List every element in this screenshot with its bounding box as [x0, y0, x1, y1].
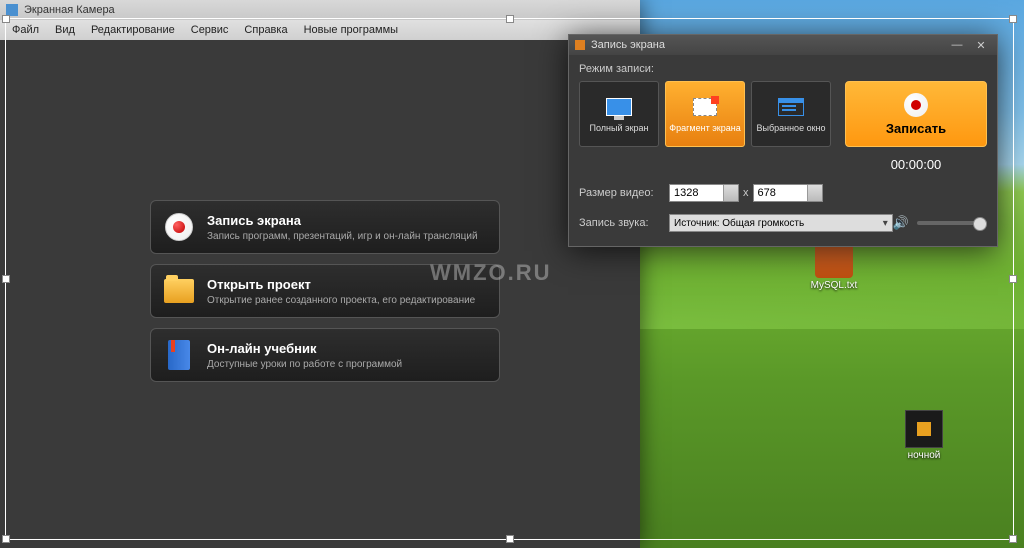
record-label: Записать [886, 121, 946, 136]
mode-fullscreen[interactable]: Полный экран [579, 81, 659, 147]
menu-new[interactable]: Новые программы [296, 24, 406, 36]
width-input[interactable]: 1328 [669, 184, 739, 202]
width-value: 1328 [674, 187, 698, 199]
height-input[interactable]: 678 [753, 184, 823, 202]
volume-slider[interactable] [917, 221, 987, 225]
close-button[interactable]: ✕ [971, 39, 991, 52]
item-title: Запись экрана [207, 213, 478, 228]
record-icon [904, 93, 928, 117]
audio-label: Запись звука: [579, 217, 669, 229]
volume-icon: 🔊 [893, 215, 909, 231]
item-desc: Запись программ, презентаций, игр и он-л… [207, 231, 478, 242]
icon-label: MySQL.txt [804, 280, 864, 291]
menu-view[interactable]: Вид [47, 24, 83, 36]
desktop-icon-mysql[interactable]: MySQL.txt [804, 240, 864, 291]
title-bar[interactable]: Экранная Камера [0, 0, 640, 20]
menu-bar: Файл Вид Редактирование Сервис Справка Н… [0, 20, 640, 40]
height-value: 678 [758, 187, 776, 199]
fragment-icon [693, 98, 717, 116]
dialog-title: Запись экрана [591, 39, 665, 51]
watermark: WMZO.RU [430, 260, 552, 286]
folder-icon [164, 279, 194, 303]
monitor-icon [606, 98, 632, 116]
item-desc: Доступные уроки по работе с программой [207, 359, 402, 370]
mode-label-text: Полный экран [589, 123, 648, 133]
dialog-title-bar[interactable]: Запись экрана — ✕ [569, 35, 997, 55]
window-title: Экранная Камера [24, 4, 115, 16]
app-icon [6, 4, 18, 16]
desktop-icon-night[interactable]: ночной [894, 410, 954, 461]
record-dialog: Запись экрана — ✕ Режим записи: Полный э… [568, 34, 998, 247]
record-icon [165, 213, 193, 241]
minimize-button[interactable]: — [947, 39, 967, 52]
menu-service[interactable]: Сервис [183, 24, 237, 36]
media-icon [905, 410, 943, 448]
menu-edit[interactable]: Редактирование [83, 24, 183, 36]
mode-fragment[interactable]: Фрагмент экрана [665, 81, 745, 147]
start-menu-list: Запись экрана Запись программ, презентац… [150, 200, 500, 392]
size-label: Размер видео: [579, 187, 669, 199]
audio-source-dropdown[interactable]: Источник: Общая громкость [669, 214, 893, 232]
book-icon [168, 340, 190, 370]
menu-help[interactable]: Справка [236, 24, 295, 36]
menu-file[interactable]: Файл [4, 24, 47, 36]
timer-display: 00:00:00 [891, 157, 942, 172]
item-title: Он-лайн учебник [207, 341, 402, 356]
mode-label-text: Выбранное окно [756, 123, 825, 133]
mode-label: Режим записи: [579, 63, 987, 75]
mode-window[interactable]: Выбранное окно [751, 81, 831, 147]
window-icon [778, 98, 804, 116]
menu-item-record[interactable]: Запись экрана Запись программ, презентац… [150, 200, 500, 254]
x-separator: x [743, 187, 749, 199]
item-desc: Открытие ранее созданного проекта, его р… [207, 295, 475, 306]
record-button[interactable]: Записать [845, 81, 987, 147]
mode-label-text: Фрагмент экрана [669, 123, 740, 133]
main-body: Запись экрана Запись программ, презентац… [0, 40, 640, 548]
audio-source-value: Источник: Общая громкость [674, 218, 804, 229]
dialog-icon [575, 40, 585, 50]
menu-item-tutorial[interactable]: Он-лайн учебник Доступные уроки по работ… [150, 328, 500, 382]
icon-label: ночной [894, 450, 954, 461]
